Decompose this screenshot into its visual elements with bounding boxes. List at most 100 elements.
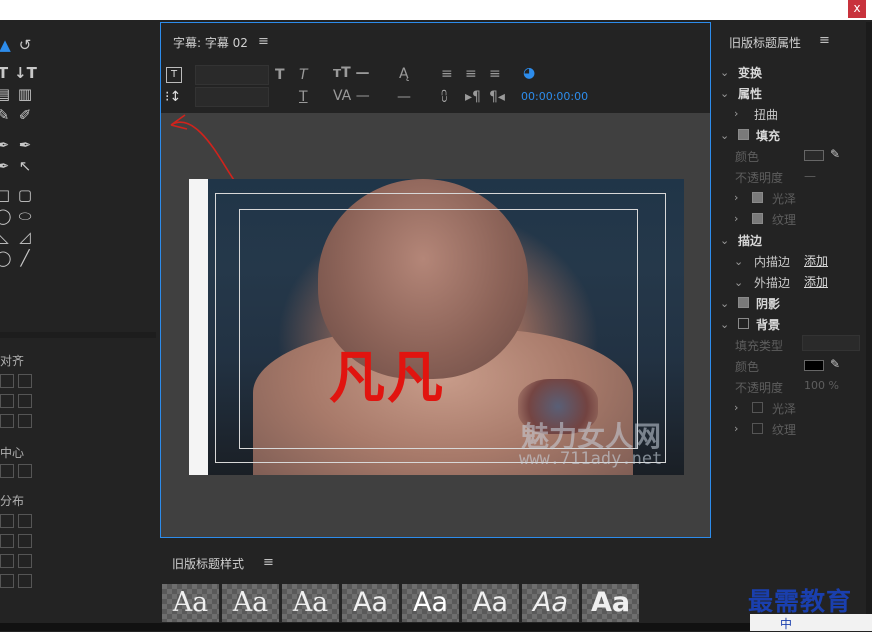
bg-opacity-value[interactable]: 100 %: [804, 379, 839, 392]
selection-tool-icon[interactable]: ▲: [0, 36, 14, 54]
distribute-top-icon[interactable]: [18, 534, 32, 548]
right-edge-scrollbar[interactable]: [866, 22, 872, 631]
fill-checkbox[interactable]: [738, 129, 749, 140]
arc-tool-icon[interactable]: ◿: [16, 228, 34, 246]
distribute-right-icon[interactable]: [0, 534, 14, 548]
attributes-section[interactable]: 属性: [738, 85, 762, 102]
circle-tool-icon[interactable]: ◯: [0, 249, 12, 267]
shadow-section[interactable]: 阴影: [756, 295, 780, 312]
chevron-down-icon[interactable]: ⌄: [720, 87, 729, 100]
clipped-rect-tool-icon[interactable]: ◯: [0, 207, 12, 225]
background-checkbox[interactable]: [738, 318, 749, 329]
fill-section[interactable]: 填充: [756, 127, 780, 144]
center-vertical-icon[interactable]: [18, 464, 32, 478]
chevron-right-icon[interactable]: ›: [734, 212, 738, 225]
add-inner-stroke-link[interactable]: 添加: [804, 252, 828, 269]
paragraph-left-icon[interactable]: ▸¶: [465, 89, 481, 105]
distribute-center-icon[interactable]: [18, 514, 32, 528]
bg-color-swatch[interactable]: [804, 360, 824, 371]
bg-sheen-section[interactable]: 光泽: [772, 400, 796, 417]
ellipse-tool-icon[interactable]: ⬭: [16, 207, 34, 225]
add-anchor-tool-icon[interactable]: ✒: [16, 136, 34, 154]
distribute-left-icon[interactable]: [0, 514, 14, 528]
center-horizontal-icon[interactable]: [0, 464, 14, 478]
rotate-tool-icon[interactable]: ↺: [16, 36, 34, 54]
title-text-icon[interactable]: T: [166, 67, 182, 83]
rounded-rect-tool-icon[interactable]: ▢: [16, 186, 34, 204]
panel-menu-icon[interactable]: ≡: [258, 34, 269, 49]
align-left-text-icon[interactable]: ≡: [441, 66, 453, 82]
align-middle-icon[interactable]: [0, 414, 14, 428]
align-left-icon[interactable]: [0, 374, 14, 388]
style-swatch[interactable]: Aa: [522, 584, 579, 622]
show-background-video-icon[interactable]: ◕: [523, 65, 535, 81]
chevron-down-icon[interactable]: ⌄: [720, 129, 729, 142]
fill-color-swatch[interactable]: [804, 150, 824, 161]
tab-stops-icon[interactable]: ⁝↕: [165, 89, 181, 105]
chevron-down-icon[interactable]: ⌄: [734, 276, 743, 289]
align-center-icon[interactable]: [18, 374, 32, 388]
baseline-icon[interactable]: Ą: [399, 66, 409, 82]
vertical-area-type-tool-icon[interactable]: ▥: [16, 85, 34, 103]
properties-menu-icon[interactable]: ≡: [819, 33, 830, 48]
align-right-text-icon[interactable]: ≡: [489, 66, 501, 82]
underline-icon[interactable]: T: [299, 89, 308, 105]
delete-anchor-tool-icon[interactable]: ✒: [0, 157, 12, 175]
bg-texture-checkbox[interactable]: [752, 423, 763, 434]
line-tool-icon[interactable]: ╱: [16, 249, 34, 267]
strokes-section[interactable]: 描边: [738, 232, 762, 249]
add-outer-stroke-link[interactable]: 添加: [804, 273, 828, 290]
style-swatch[interactable]: Aa: [582, 584, 639, 622]
close-button[interactable]: x: [848, 0, 866, 18]
area-type-tool-icon[interactable]: ▤: [0, 85, 12, 103]
style-swatch[interactable]: Aa: [462, 584, 519, 622]
paragraph-right-icon[interactable]: ¶◂: [489, 89, 505, 105]
timecode[interactable]: 00:00:00:00: [521, 90, 588, 103]
sheen-checkbox[interactable]: [752, 192, 763, 203]
bg-eyedropper-icon[interactable]: ✎: [830, 357, 840, 371]
kerning-icon[interactable]: VA —: [333, 88, 370, 104]
distort-section[interactable]: 扭曲: [754, 106, 778, 123]
title-canvas[interactable]: 凡凡 魅力女人网 www.711ady.net: [161, 113, 710, 537]
vertical-path-type-tool-icon[interactable]: ✐: [16, 106, 34, 124]
fill-type-select[interactable]: [802, 335, 860, 351]
chevron-right-icon[interactable]: ›: [734, 422, 738, 435]
chevron-down-icon[interactable]: ⌄: [720, 318, 729, 331]
style-swatch[interactable]: Aa: [342, 584, 399, 622]
style-swatch[interactable]: Aa: [402, 584, 459, 622]
chevron-down-icon[interactable]: ⌄: [720, 234, 729, 247]
bold-icon[interactable]: T: [275, 67, 285, 83]
font-style-select[interactable]: [195, 87, 269, 107]
vertical-type-tool-icon[interactable]: ↓T: [14, 64, 37, 82]
type-tool-icon[interactable]: T: [0, 64, 12, 82]
font-size-icon[interactable]: тT —: [333, 65, 370, 81]
chevron-down-icon[interactable]: ⌄: [720, 297, 729, 310]
style-swatch[interactable]: Aa: [282, 584, 339, 622]
align-right-icon[interactable]: [0, 394, 14, 408]
distribute-bottom-icon[interactable]: [18, 554, 32, 568]
align-center-text-icon[interactable]: ≡: [465, 66, 477, 82]
chevron-right-icon[interactable]: ›: [734, 107, 738, 120]
convert-anchor-tool-icon[interactable]: ↖: [16, 157, 34, 175]
chevron-right-icon[interactable]: ›: [734, 401, 738, 414]
style-swatch[interactable]: Aa: [162, 584, 219, 622]
eyedropper-icon[interactable]: ✎: [830, 147, 840, 161]
styles-menu-icon[interactable]: ≡: [263, 555, 274, 570]
bg-texture-section[interactable]: 纹理: [772, 421, 796, 438]
chevron-right-icon[interactable]: ›: [734, 191, 738, 204]
fill-opacity-value[interactable]: —: [804, 169, 816, 183]
rectangle-tool-icon[interactable]: □: [0, 186, 12, 204]
chevron-down-icon[interactable]: ⌄: [734, 255, 743, 268]
font-family-select[interactable]: [195, 65, 269, 85]
distribute-h-space-icon[interactable]: [0, 574, 14, 588]
align-bottom-icon[interactable]: [18, 414, 32, 428]
bg-sheen-checkbox[interactable]: [752, 402, 763, 413]
wedge-tool-icon[interactable]: ◺: [0, 228, 12, 246]
texture-checkbox[interactable]: [752, 213, 763, 224]
align-top-icon[interactable]: [18, 394, 32, 408]
chevron-down-icon[interactable]: ⌄: [720, 66, 729, 79]
texture-section[interactable]: 纹理: [772, 211, 796, 228]
distribute-v-space-icon[interactable]: [18, 574, 32, 588]
path-type-tool-icon[interactable]: ✎: [0, 106, 12, 124]
sheen-section[interactable]: 光泽: [772, 190, 796, 207]
